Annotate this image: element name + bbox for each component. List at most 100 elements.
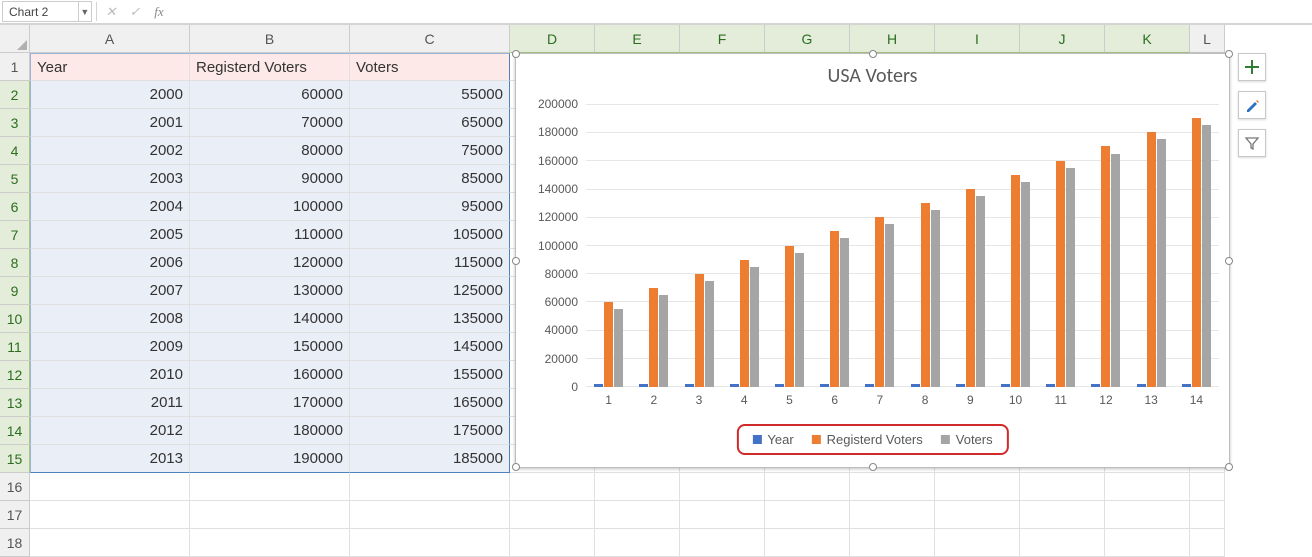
row-header[interactable]: 4 xyxy=(0,137,30,165)
resize-handle[interactable] xyxy=(1225,463,1233,471)
chart-elements-button[interactable] xyxy=(1238,53,1266,81)
cell[interactable]: 155000 xyxy=(350,361,510,389)
cell[interactable] xyxy=(595,501,680,529)
cell[interactable] xyxy=(350,473,510,501)
cell[interactable] xyxy=(765,529,850,557)
column-header[interactable]: G xyxy=(765,25,850,53)
cell[interactable]: 145000 xyxy=(350,333,510,361)
cell[interactable]: 160000 xyxy=(190,361,350,389)
cell[interactable] xyxy=(350,529,510,557)
column-header[interactable]: B xyxy=(190,25,350,53)
chart-filter-button[interactable] xyxy=(1238,129,1266,157)
row-header[interactable]: 5 xyxy=(0,165,30,193)
cell[interactable]: 2007 xyxy=(30,277,190,305)
column-header[interactable]: K xyxy=(1105,25,1190,53)
column-header[interactable]: H xyxy=(850,25,935,53)
resize-handle[interactable] xyxy=(1225,257,1233,265)
cell[interactable] xyxy=(30,529,190,557)
name-box-input[interactable] xyxy=(3,5,78,19)
cell[interactable] xyxy=(510,529,595,557)
cell[interactable] xyxy=(510,501,595,529)
cell[interactable] xyxy=(680,529,765,557)
cell[interactable] xyxy=(510,473,595,501)
cell[interactable] xyxy=(30,501,190,529)
cell[interactable] xyxy=(190,529,350,557)
cell[interactable]: 180000 xyxy=(190,417,350,445)
column-header[interactable]: C xyxy=(350,25,510,53)
cell[interactable]: 80000 xyxy=(190,137,350,165)
cell[interactable]: 85000 xyxy=(350,165,510,193)
row-header[interactable]: 6 xyxy=(0,193,30,221)
fx-icon[interactable]: fx xyxy=(147,0,171,23)
resize-handle[interactable] xyxy=(512,257,520,265)
chart-object[interactable]: USA Voters 02000040000600008000010000012… xyxy=(515,53,1230,468)
cell[interactable]: 60000 xyxy=(190,81,350,109)
cell[interactable]: 165000 xyxy=(350,389,510,417)
cell[interactable]: 2005 xyxy=(30,221,190,249)
row-header[interactable]: 10 xyxy=(0,305,30,333)
name-box[interactable]: ▼ xyxy=(2,1,92,22)
cell[interactable]: 105000 xyxy=(350,221,510,249)
cell[interactable]: 115000 xyxy=(350,249,510,277)
row-header[interactable]: 9 xyxy=(0,277,30,305)
cell[interactable] xyxy=(190,501,350,529)
cell[interactable]: 100000 xyxy=(190,193,350,221)
cell[interactable]: 2003 xyxy=(30,165,190,193)
cell[interactable]: 70000 xyxy=(190,109,350,137)
column-header[interactable]: L xyxy=(1190,25,1225,53)
column-header[interactable]: E xyxy=(595,25,680,53)
chart-legend[interactable]: Year Registerd Voters Voters xyxy=(736,424,1008,455)
cell[interactable]: 2009 xyxy=(30,333,190,361)
resize-handle[interactable] xyxy=(512,463,520,471)
cell[interactable] xyxy=(935,501,1020,529)
cell[interactable] xyxy=(595,473,680,501)
cell[interactable] xyxy=(1020,529,1105,557)
row-header[interactable]: 3 xyxy=(0,109,30,137)
cell[interactable]: 2002 xyxy=(30,137,190,165)
resize-handle[interactable] xyxy=(512,50,520,58)
row-header[interactable]: 18 xyxy=(0,529,30,557)
row-header[interactable]: 14 xyxy=(0,417,30,445)
cell[interactable]: 65000 xyxy=(350,109,510,137)
cell[interactable] xyxy=(680,501,765,529)
cell[interactable]: 2010 xyxy=(30,361,190,389)
chart-plot-area[interactable]: 0200004000060000800001000001200001400001… xyxy=(531,104,1219,387)
name-box-dropdown[interactable]: ▼ xyxy=(78,2,91,21)
resize-handle[interactable] xyxy=(869,463,877,471)
cell[interactable]: 2013 xyxy=(30,445,190,473)
row-header[interactable]: 15 xyxy=(0,445,30,473)
cell[interactable]: 135000 xyxy=(350,305,510,333)
row-header[interactable]: 2 xyxy=(0,81,30,109)
select-all-corner[interactable] xyxy=(0,25,30,53)
cell[interactable] xyxy=(935,473,1020,501)
cell[interactable] xyxy=(850,501,935,529)
row-header[interactable]: 16 xyxy=(0,473,30,501)
cell[interactable]: 110000 xyxy=(190,221,350,249)
cell[interactable]: 140000 xyxy=(190,305,350,333)
cell[interactable] xyxy=(1105,501,1190,529)
cell[interactable] xyxy=(1190,529,1225,557)
chart-styles-button[interactable] xyxy=(1238,91,1266,119)
cell[interactable] xyxy=(1020,501,1105,529)
cell[interactable] xyxy=(680,473,765,501)
cell[interactable]: 190000 xyxy=(190,445,350,473)
cell[interactable]: Year xyxy=(30,53,190,81)
cell[interactable] xyxy=(1105,529,1190,557)
cell[interactable] xyxy=(350,501,510,529)
cell[interactable] xyxy=(30,473,190,501)
cell[interactable]: 2006 xyxy=(30,249,190,277)
cell[interactable]: 2011 xyxy=(30,389,190,417)
column-header[interactable]: D xyxy=(510,25,595,53)
cell[interactable] xyxy=(935,529,1020,557)
cell[interactable] xyxy=(1105,473,1190,501)
chart-title[interactable]: USA Voters xyxy=(516,64,1229,88)
cell[interactable] xyxy=(765,473,850,501)
cell[interactable] xyxy=(1190,473,1225,501)
row-header[interactable]: 17 xyxy=(0,501,30,529)
cell[interactable] xyxy=(1020,473,1105,501)
cell[interactable]: 150000 xyxy=(190,333,350,361)
cell[interactable]: 2001 xyxy=(30,109,190,137)
cell[interactable]: 2004 xyxy=(30,193,190,221)
row-header[interactable]: 11 xyxy=(0,333,30,361)
cell[interactable]: 175000 xyxy=(350,417,510,445)
